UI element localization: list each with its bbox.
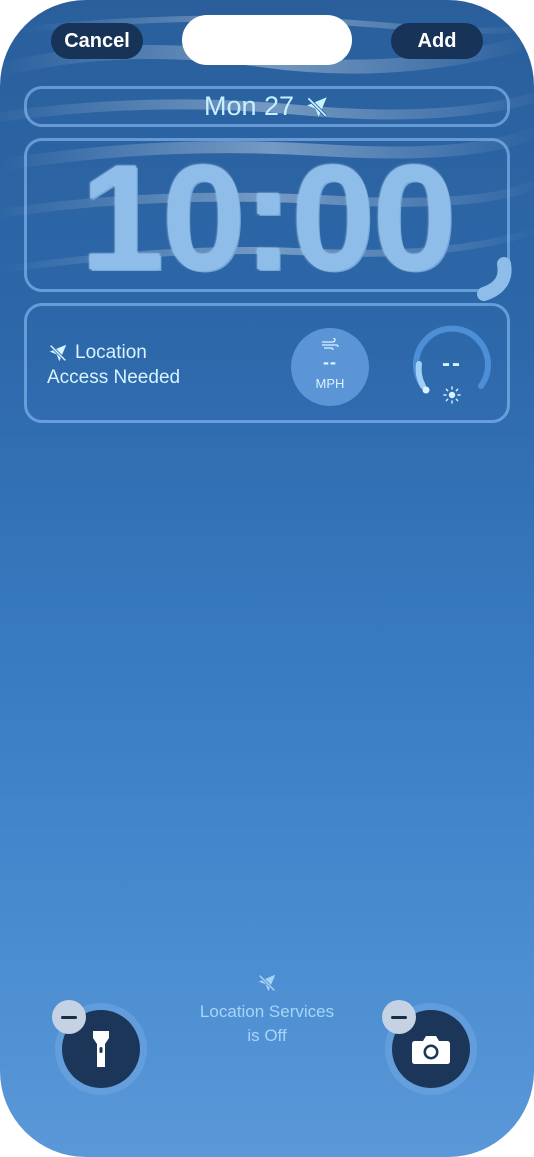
resize-handle-icon[interactable] [472,254,518,302]
location-status-line2: is Off [247,1026,287,1045]
wind-value: -- [323,352,337,372]
dynamic-island [182,15,352,65]
date-label: Mon 27 [203,91,295,121]
widgets-area[interactable]: Location Access Needed -- MPH -- [24,303,510,423]
flashlight-icon [93,1031,109,1067]
uv-value: -- [442,350,462,377]
date-widget-area[interactable]: Mon 27 [24,86,510,127]
location-services-status: Location Services is Off [167,972,367,1048]
remove-flashlight-button[interactable] [52,1000,86,1034]
sun-icon [443,386,461,404]
location-widget-title: Location [75,342,147,363]
location-status-line1: Location Services [199,1002,335,1021]
wind-widget[interactable]: -- MPH [291,328,369,406]
lock-screen-editor: Cancel Add Mon 27 10:00 Location Access … [0,0,534,1157]
add-button[interactable]: Add [391,23,483,59]
uv-gauge-widget[interactable]: -- [409,324,495,410]
location-widget[interactable]: Location Access Needed [47,340,180,390]
remove-camera-button[interactable] [382,1000,416,1034]
camera-icon [412,1036,450,1064]
clock-time: 10:00 [80,133,456,301]
cancel-button[interactable]: Cancel [51,23,143,59]
wind-icon [322,338,339,351]
location-off-icon [258,974,276,992]
location-off-icon [307,96,327,117]
clock-area[interactable]: 10:00 [24,138,510,292]
location-widget-subtitle: Access Needed [47,367,181,388]
location-off-icon [49,344,67,361]
wind-unit: MPH [315,376,345,391]
